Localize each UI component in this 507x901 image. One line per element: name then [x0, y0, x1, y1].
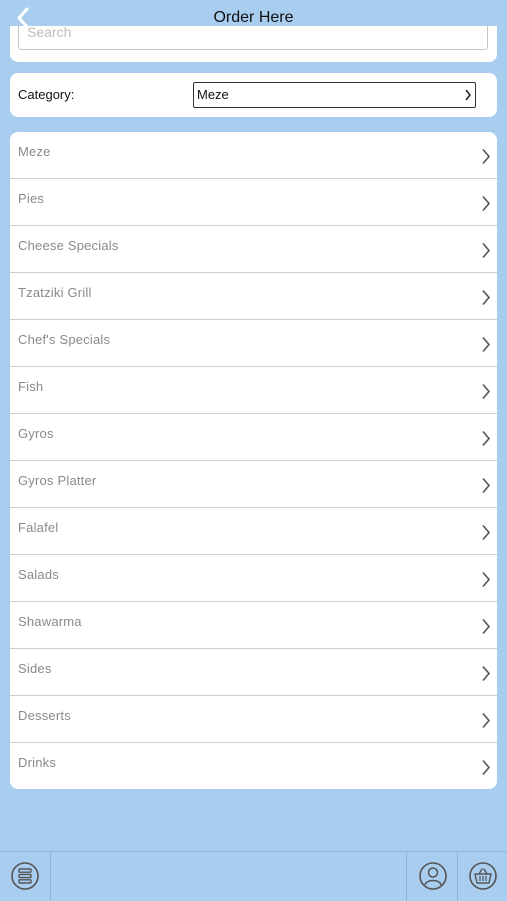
chevron-right-icon — [482, 477, 491, 494]
toolbar-divider — [50, 852, 51, 901]
category-select[interactable]: Meze — [193, 82, 476, 108]
menu-category-item[interactable]: Chef's Specials — [10, 320, 497, 367]
bottom-toolbar — [0, 851, 507, 901]
menu-category-label: Cheese Specials — [18, 238, 119, 253]
chevron-right-icon — [482, 430, 491, 447]
chevron-right-icon — [482, 665, 491, 682]
chevron-right-icon — [482, 759, 491, 776]
toolbar-divider — [406, 852, 407, 901]
search-input[interactable] — [18, 26, 488, 50]
category-label: Category: — [18, 87, 75, 102]
menu-category-label: Desserts — [18, 708, 71, 723]
menu-category-item[interactable]: Sides — [10, 649, 497, 696]
chevron-right-icon — [482, 618, 491, 635]
chevron-right-icon — [465, 89, 471, 101]
basket-button[interactable] — [468, 861, 498, 891]
menu-category-label: Fish — [18, 379, 44, 394]
basket-icon — [469, 862, 497, 890]
toolbar-divider — [457, 852, 458, 901]
chevron-right-icon — [482, 289, 491, 306]
chevron-right-icon — [482, 524, 491, 541]
menu-category-label: Falafel — [18, 520, 59, 535]
menu-category-item[interactable]: Pies — [10, 179, 497, 226]
chevron-right-icon — [482, 383, 491, 400]
menu-category-item[interactable]: Gyros — [10, 414, 497, 461]
menu-category-label: Sides — [18, 661, 52, 676]
chevron-right-icon — [482, 571, 491, 588]
user-account-icon — [419, 862, 447, 890]
menu-category-label: Gyros Platter — [18, 473, 97, 488]
menu-category-list: Meze Pies Cheese Specials Tzatziki Grill Che… — [10, 132, 497, 789]
menu-category-item[interactable]: Drinks — [10, 743, 497, 789]
menu-category-item[interactable]: Desserts — [10, 696, 497, 743]
chevron-right-icon — [482, 336, 491, 353]
menu-category-item[interactable]: Falafel — [10, 508, 497, 555]
account-button[interactable] — [418, 861, 448, 891]
chevron-right-icon — [482, 242, 491, 259]
menu-category-item[interactable]: Salads — [10, 555, 497, 602]
menu-list-icon — [11, 862, 39, 890]
menu-category-item[interactable]: Shawarma — [10, 602, 497, 649]
menu-category-item[interactable]: Cheese Specials — [10, 226, 497, 273]
menu-category-label: Drinks — [18, 755, 57, 770]
category-card: Category: Meze — [10, 73, 497, 117]
menu-category-item[interactable]: Meze — [10, 132, 497, 179]
menu-category-label: Pies — [18, 191, 45, 206]
chevron-right-icon — [482, 148, 491, 165]
menu-category-label: Tzatziki Grill — [18, 285, 92, 300]
menu-category-label: Chef's Specials — [18, 332, 111, 347]
search-card — [10, 26, 497, 62]
menu-category-label: Shawarma — [18, 614, 82, 629]
menu-category-label: Gyros — [18, 426, 54, 441]
menu-category-item[interactable]: Gyros Platter — [10, 461, 497, 508]
menu-category-label: Meze — [18, 144, 51, 159]
menu-category-item[interactable]: Fish — [10, 367, 497, 414]
menu-category-label: Salads — [18, 567, 59, 582]
chevron-right-icon — [482, 195, 491, 212]
menu-list-button[interactable] — [10, 861, 40, 891]
chevron-right-icon — [482, 712, 491, 729]
category-selected-value: Meze — [197, 87, 229, 102]
menu-category-item[interactable]: Tzatziki Grill — [10, 273, 497, 320]
